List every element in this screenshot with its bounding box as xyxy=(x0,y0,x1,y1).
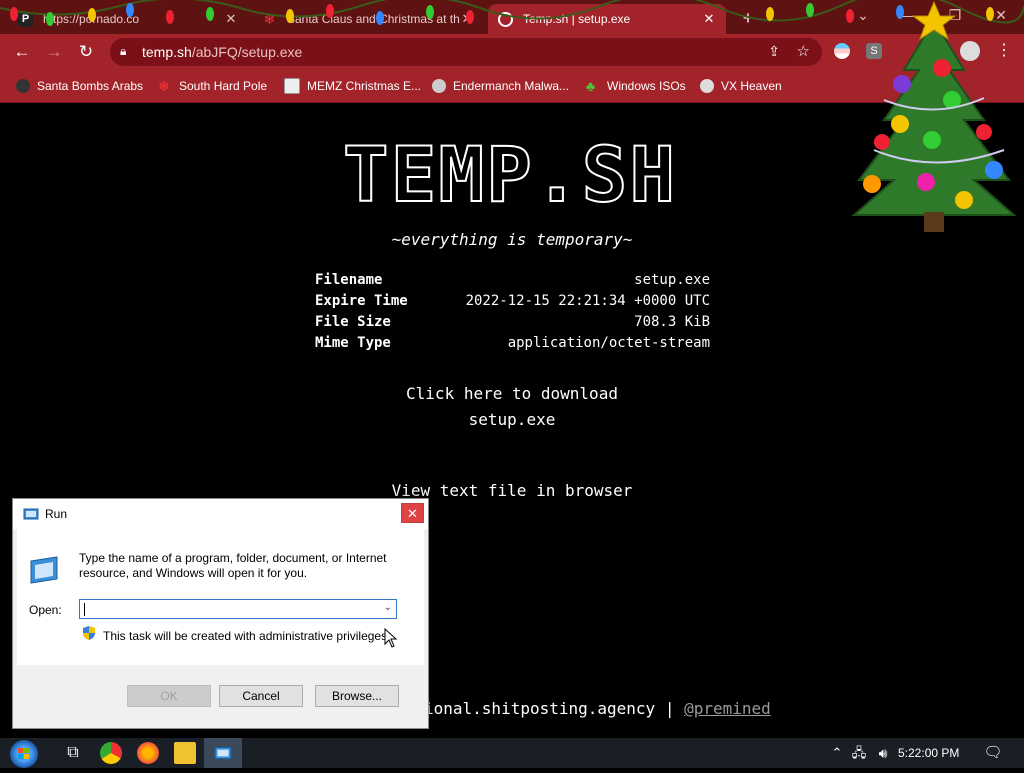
file-explorer-icon[interactable] xyxy=(174,742,196,764)
close-tab-icon[interactable]: ✕ xyxy=(224,11,238,27)
notifications-icon[interactable]: 🗨︎ xyxy=(982,742,1004,764)
p-favicon-icon: P xyxy=(18,11,33,27)
close-tab-icon[interactable]: ✕ xyxy=(702,11,716,27)
info-row-mime: Mime Type application/octet-stream xyxy=(315,335,710,355)
info-key: Filename xyxy=(315,272,383,288)
info-row-expire: Expire Time 2022-12-15 22:21:34 +0000 UT… xyxy=(315,293,710,313)
taskbar: ⧉ ⌃ 🖧︎ 🔊︎ 5:22:00 PM 🗨︎ xyxy=(0,738,1024,768)
firefox-icon[interactable] xyxy=(137,742,159,764)
info-row-size: File Size 708.3 KiB xyxy=(315,314,710,334)
run-description: Type the name of a program, folder, docu… xyxy=(79,551,387,580)
admin-privileges-note: This task will be created with administr… xyxy=(103,629,391,643)
premined-link[interactable]: @premined xyxy=(684,699,771,718)
run-dialog: Run ✕ Type the name of a program, folder… xyxy=(12,498,429,729)
temp-sh-logo: TEMP.SH xyxy=(342,143,677,207)
tab-santa-claus[interactable]: ❄ Santa Claus and Christmas at the ✕ xyxy=(252,4,484,34)
back-button[interactable]: ← xyxy=(10,40,34,64)
bookmark-label: South Hard Pole xyxy=(179,79,268,93)
run-taskbar-button[interactable] xyxy=(204,738,242,768)
bookmark-label: Windows ISOs xyxy=(607,79,686,93)
tab-title: Temp.sh | setup.exe xyxy=(523,12,631,26)
reload-button[interactable]: ↻ xyxy=(74,40,98,64)
run-app-icon xyxy=(23,508,39,520)
info-key: Expire Time xyxy=(315,293,408,309)
tab-title: https://pornado.co xyxy=(43,12,140,26)
windows-logo-icon xyxy=(18,748,29,759)
bookmark-label: VX Heaven xyxy=(721,79,782,93)
run-title: Run xyxy=(45,507,68,521)
download-filename-link[interactable]: setup.exe xyxy=(0,410,1024,429)
bomb-icon xyxy=(16,79,30,93)
footer: ional.shitposting.agency | @premined xyxy=(424,699,771,718)
task-view-icon[interactable]: ⧉ xyxy=(62,742,84,764)
browse-button[interactable]: Browse... xyxy=(315,685,399,707)
cancel-button[interactable]: Cancel xyxy=(219,685,303,707)
bookmark-windows-isos[interactable]: ♣ Windows ISOs xyxy=(586,76,686,96)
bookmark-vx-heaven[interactable]: VX Heaven xyxy=(700,76,782,96)
info-row-filename: Filename setup.exe xyxy=(315,272,710,292)
clock[interactable]: 5:22:00 PM xyxy=(898,746,959,760)
uac-shield-icon xyxy=(83,626,95,640)
memz-icon xyxy=(284,78,300,94)
url-path: /abJFQ/setup.exe xyxy=(191,44,303,60)
tab-pornado[interactable]: P https://pornado.co ✕ xyxy=(8,4,248,34)
tray-chevron-up-icon[interactable]: ⌃ xyxy=(826,742,848,764)
globe-favicon-icon xyxy=(498,11,513,27)
tab-title: Santa Claus and Christmas at the xyxy=(287,12,460,26)
christmas-tree-decoration xyxy=(851,0,1017,232)
snowflake-icon: ❄ xyxy=(158,78,170,94)
network-icon[interactable]: 🖧︎ xyxy=(848,742,870,764)
tab-temp-sh[interactable]: Temp.sh | setup.exe ✕ xyxy=(488,4,726,34)
address-bar[interactable]: 🔒︎ temp.sh/abJFQ/setup.exe ⇪ ☆ xyxy=(110,38,822,66)
bookmark-label: Endermanch Malwa... xyxy=(453,79,570,93)
info-key: File Size xyxy=(315,314,391,330)
snowflake-favicon-icon: ❄ xyxy=(263,10,276,27)
info-value: setup.exe xyxy=(634,272,710,288)
footer-text: ional.shitposting.agency | xyxy=(424,699,685,718)
bookmark-star-icon[interactable]: ☆ xyxy=(797,42,810,60)
run-title-bar[interactable]: Run ✕ xyxy=(13,499,428,529)
skull-icon xyxy=(432,79,446,93)
open-label: Open: xyxy=(29,603,62,617)
bookmark-label: MEMZ Christmas E... xyxy=(307,79,422,93)
info-key: Mime Type xyxy=(315,335,391,351)
mouse-pointer-icon xyxy=(384,628,398,648)
info-value: 2022-12-15 22:21:34 +0000 UTC xyxy=(465,293,710,309)
run-large-icon xyxy=(30,556,58,584)
bookmark-south-hard-pole[interactable]: ❄ South Hard Pole xyxy=(158,76,267,96)
run-body: Type the name of a program, folder, docu… xyxy=(17,529,424,665)
ok-button[interactable]: OK xyxy=(127,685,211,707)
lock-icon[interactable]: 🔒︎ xyxy=(120,44,126,59)
bookmark-endermanch[interactable]: Endermanch Malwa... xyxy=(432,76,569,96)
new-tab-button[interactable]: + xyxy=(736,6,760,30)
forward-button[interactable]: → xyxy=(42,40,66,64)
open-combobox[interactable]: ⌄ xyxy=(79,599,397,619)
share-icon[interactable]: ⇪ xyxy=(768,43,780,60)
start-button[interactable] xyxy=(10,740,38,768)
tree-icon: ♣ xyxy=(586,78,596,94)
bookmark-label: Santa Bombs Arabs xyxy=(37,79,144,93)
close-button[interactable]: ✕ xyxy=(401,503,424,523)
download-link[interactable]: Click here to download xyxy=(0,384,1024,403)
bookmark-memz[interactable]: MEMZ Christmas E... xyxy=(284,76,421,96)
info-value: application/octet-stream xyxy=(507,335,710,351)
volume-icon[interactable]: 🔊︎ xyxy=(872,742,894,764)
info-value: 708.3 KiB xyxy=(634,314,710,330)
vx-icon xyxy=(700,79,714,93)
close-tab-icon[interactable]: ✕ xyxy=(460,11,474,27)
chevron-down-icon[interactable]: ⌄ xyxy=(384,602,392,613)
chrome-icon[interactable] xyxy=(100,742,122,764)
text-caret xyxy=(84,603,85,616)
url-domain: temp.sh xyxy=(142,44,192,60)
logo-text: TEMP.SH xyxy=(343,143,677,207)
run-taskbar-icon xyxy=(214,746,232,760)
bookmark-santa-bombs[interactable]: Santa Bombs Arabs xyxy=(16,76,143,96)
